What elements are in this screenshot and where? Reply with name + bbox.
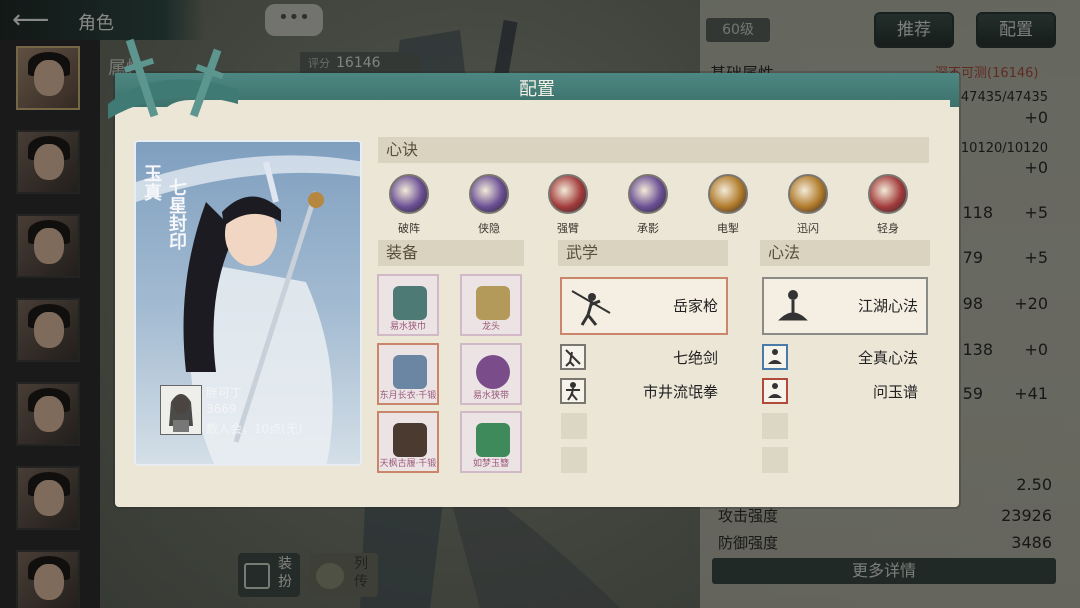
martial-item-label: 市井流氓拳 — [642, 383, 718, 401]
purple-rune-icon — [389, 174, 429, 214]
equipment-slot[interactable]: 易水狭带 — [460, 343, 522, 405]
meditating-monk-icon — [778, 290, 808, 321]
player-avatar — [160, 385, 202, 435]
empty-slot[interactable] — [561, 413, 587, 439]
equipment-name: 东月长衣·千锻 — [379, 391, 437, 401]
empty-slot[interactable] — [762, 413, 788, 439]
heart-header: 心法 — [760, 240, 930, 266]
skill-label: 侠隐 — [478, 222, 500, 235]
equipment-slot[interactable]: 龙头 — [460, 274, 522, 336]
skill-label: 电掣 — [717, 222, 739, 235]
skill-slot[interactable]: 电掣 — [705, 174, 751, 236]
red-rune-icon — [548, 174, 588, 214]
red-rune-icon — [868, 174, 908, 214]
character-name: 玉真 — [141, 164, 162, 202]
character-title: 七星封印 — [166, 178, 187, 250]
skill-label: 轻身 — [877, 222, 899, 235]
skill-label: 强臂 — [557, 222, 579, 235]
empty-slot[interactable] — [561, 447, 587, 473]
heart-item-label: 全真心法 — [857, 349, 918, 367]
equipment-slot[interactable]: 东月长衣·千锻 — [377, 343, 439, 405]
skill-slot[interactable]: 侠隐 — [466, 174, 512, 236]
gold-rune-icon — [708, 174, 748, 214]
sword-fighter-icon — [565, 349, 581, 367]
heart-slot[interactable] — [762, 344, 788, 370]
robe-icon — [393, 355, 427, 389]
player-guild: 散人会，10点(无) — [206, 422, 303, 436]
skill-label: 承影 — [637, 222, 659, 235]
whip-chain-icon — [476, 286, 510, 320]
martial-slot[interactable] — [560, 344, 586, 370]
gold-rune-icon — [788, 174, 828, 214]
equipment-name: 如梦玉簪 — [472, 459, 509, 469]
headscarf-icon — [393, 286, 427, 320]
equipment-slot[interactable]: 如梦玉簪 — [460, 411, 522, 473]
skill-slot[interactable]: 承影 — [625, 174, 671, 236]
skill-label: 迅闪 — [797, 222, 819, 235]
meditation-icon — [768, 349, 782, 364]
skill-slot[interactable]: 破阵 — [386, 174, 432, 236]
skill-slot[interactable]: 迅闪 — [785, 174, 831, 236]
equipment-name: 龙头 — [481, 322, 500, 332]
hairpin-icon — [476, 423, 510, 457]
skill-slot[interactable]: 轻身 — [865, 174, 911, 236]
dialog-scroll-curl — [160, 100, 950, 124]
fist-fighter-icon — [566, 382, 580, 401]
xinjue-header: 心诀 — [378, 137, 929, 163]
player-name: 胖可丁 — [206, 386, 243, 400]
spear-fighter-icon — [571, 290, 611, 326]
equipment-slot[interactable]: 易水狭巾 — [377, 274, 439, 336]
martial-main-slot[interactable]: 岳家枪 — [560, 277, 728, 335]
equipment-name: 易水狭巾 — [389, 322, 426, 332]
equipment-slot[interactable]: 天枫古履·千锻 — [377, 411, 439, 473]
purple-rune-icon — [628, 174, 668, 214]
martial-item-label: 七绝剑 — [672, 349, 718, 367]
heart-main-slot[interactable]: 江湖心法 — [762, 277, 928, 335]
heart-slot[interactable] — [762, 378, 788, 404]
meditation-icon — [768, 383, 782, 398]
skill-label: 破阵 — [398, 222, 420, 235]
shoes-icon — [393, 423, 427, 457]
equipment-name: 易水狭带 — [472, 391, 509, 401]
equip-header: 装备 — [378, 240, 524, 266]
belt-icon — [476, 355, 510, 389]
heart-main-label: 江湖心法 — [857, 297, 918, 315]
avatar-icon — [169, 394, 193, 432]
martial-header: 武学 — [558, 240, 728, 266]
skill-slot[interactable]: 强臂 — [545, 174, 591, 236]
heart-item-label: 问玉谱 — [872, 383, 918, 401]
empty-slot[interactable] — [762, 447, 788, 473]
martial-slot[interactable] — [560, 378, 586, 404]
sword-decoration-icon — [108, 38, 238, 119]
player-power: 3669 — [206, 402, 237, 416]
equipment-name: 天枫古履·千锻 — [379, 459, 437, 469]
purple-rune-icon — [469, 174, 509, 214]
martial-main-label: 岳家枪 — [672, 297, 718, 315]
